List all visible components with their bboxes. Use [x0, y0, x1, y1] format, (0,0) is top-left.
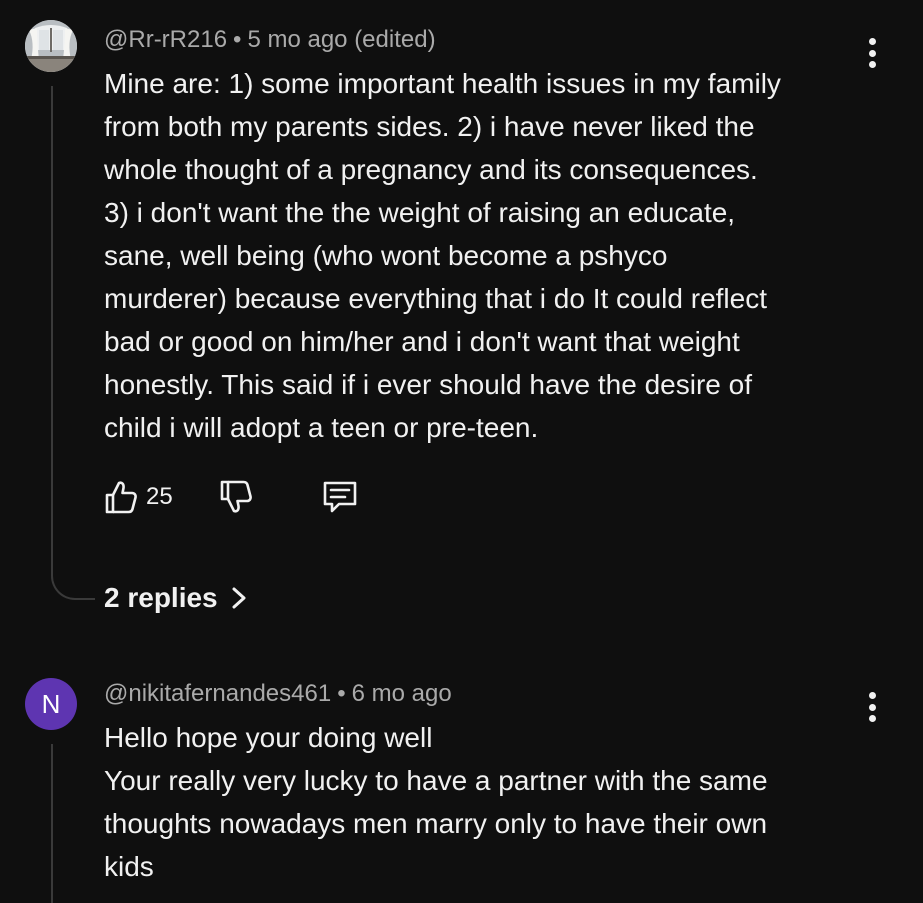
avatar-initial: N — [41, 688, 61, 719]
comment-time: 5 mo ago (edited) — [247, 26, 436, 53]
comment-meta: @nikitafernandes461 • 6 mo ago — [104, 680, 452, 708]
window-photo-avatar-icon — [25, 20, 77, 72]
meta-separator: • — [337, 680, 346, 707]
dislike-button[interactable] — [219, 479, 253, 515]
author-name[interactable]: @nikitafernandes461 — [104, 680, 331, 707]
comment-meta: @Rr-rR216 • 5 mo ago (edited) — [104, 26, 436, 54]
comment-text: Mine are: 1) some important health issue… — [104, 68, 781, 443]
thread-curve — [51, 570, 95, 600]
author-avatar[interactable]: N — [25, 678, 77, 730]
comment-icon — [323, 481, 357, 513]
view-replies-button[interactable]: 2 replies — [104, 582, 250, 614]
comment-text: Hello hope your doing well Your really v… — [104, 722, 768, 882]
author-avatar[interactable] — [25, 20, 77, 72]
chevron-right-icon — [232, 587, 246, 609]
thumbs-down-icon — [220, 480, 252, 513]
thread-line — [51, 86, 53, 572]
meta-separator: • — [233, 26, 242, 53]
comment-time: 6 mo ago — [351, 680, 452, 707]
like-count: 25 — [146, 483, 173, 510]
thumbs-up-icon — [105, 481, 137, 514]
author-name[interactable]: @Rr-rR216 — [104, 26, 227, 53]
thread-line — [51, 744, 53, 903]
like-button[interactable]: 25 — [104, 479, 173, 515]
reply-button[interactable] — [321, 479, 359, 515]
replies-label: 2 replies — [104, 582, 218, 613]
comment-actions: 25 — [104, 477, 359, 517]
